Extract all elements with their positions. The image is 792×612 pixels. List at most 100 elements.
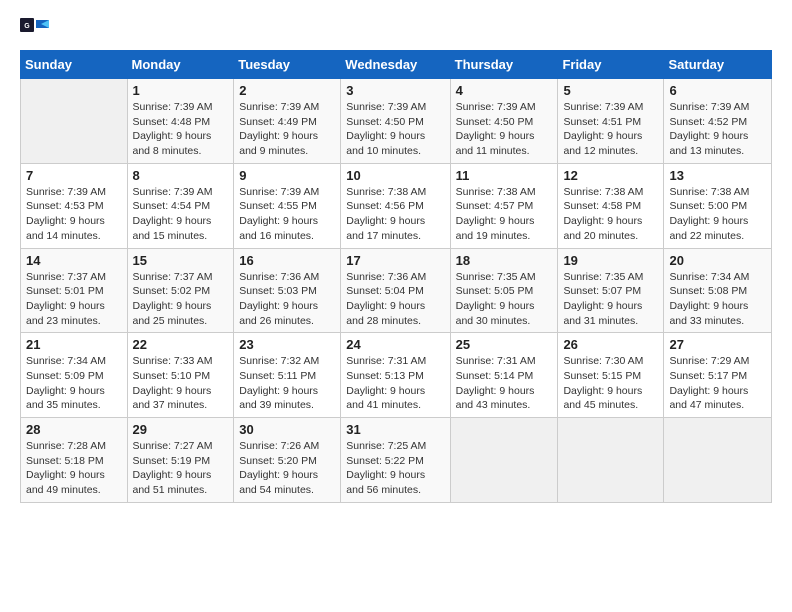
day-info: Sunrise: 7:34 AMSunset: 5:09 PMDaylight:… bbox=[26, 354, 122, 413]
calendar-cell: 19 Sunrise: 7:35 AMSunset: 5:07 PMDayligh… bbox=[558, 248, 664, 333]
col-header-wednesday: Wednesday bbox=[341, 51, 450, 79]
day-info: Sunrise: 7:33 AMSunset: 5:10 PMDaylight:… bbox=[133, 354, 229, 413]
day-info: Sunrise: 7:38 AMSunset: 4:56 PMDaylight:… bbox=[346, 185, 444, 244]
calendar-cell: 18 Sunrise: 7:35 AMSunset: 5:05 PMDayligh… bbox=[450, 248, 558, 333]
day-info: Sunrise: 7:32 AMSunset: 5:11 PMDaylight:… bbox=[239, 354, 335, 413]
day-info: Sunrise: 7:37 AMSunset: 5:01 PMDaylight:… bbox=[26, 270, 122, 329]
calendar-cell: 23 Sunrise: 7:32 AMSunset: 5:11 PMDayligh… bbox=[234, 333, 341, 418]
day-number: 23 bbox=[239, 337, 335, 352]
day-info: Sunrise: 7:38 AMSunset: 4:58 PMDaylight:… bbox=[563, 185, 658, 244]
day-number: 21 bbox=[26, 337, 122, 352]
day-info: Sunrise: 7:39 AMSunset: 4:50 PMDaylight:… bbox=[346, 100, 444, 159]
calendar-cell: 6 Sunrise: 7:39 AMSunset: 4:52 PMDaylight… bbox=[664, 79, 772, 164]
day-info: Sunrise: 7:29 AMSunset: 5:17 PMDaylight:… bbox=[669, 354, 766, 413]
logo: G bbox=[20, 18, 50, 38]
day-number: 29 bbox=[133, 422, 229, 437]
calendar-cell bbox=[664, 418, 772, 503]
calendar-cell: 17 Sunrise: 7:36 AMSunset: 5:04 PMDayligh… bbox=[341, 248, 450, 333]
day-info: Sunrise: 7:37 AMSunset: 5:02 PMDaylight:… bbox=[133, 270, 229, 329]
day-number: 11 bbox=[456, 168, 553, 183]
day-info: Sunrise: 7:39 AMSunset: 4:54 PMDaylight:… bbox=[133, 185, 229, 244]
day-info: Sunrise: 7:35 AMSunset: 5:07 PMDaylight:… bbox=[563, 270, 658, 329]
day-info: Sunrise: 7:36 AMSunset: 5:03 PMDaylight:… bbox=[239, 270, 335, 329]
day-number: 3 bbox=[346, 83, 444, 98]
col-header-sunday: Sunday bbox=[21, 51, 128, 79]
calendar-cell: 11 Sunrise: 7:38 AMSunset: 4:57 PMDayligh… bbox=[450, 163, 558, 248]
day-info: Sunrise: 7:31 AMSunset: 5:14 PMDaylight:… bbox=[456, 354, 553, 413]
day-number: 18 bbox=[456, 253, 553, 268]
calendar-cell: 25 Sunrise: 7:31 AMSunset: 5:14 PMDayligh… bbox=[450, 333, 558, 418]
day-number: 12 bbox=[563, 168, 658, 183]
calendar-cell: 12 Sunrise: 7:38 AMSunset: 4:58 PMDayligh… bbox=[558, 163, 664, 248]
day-number: 22 bbox=[133, 337, 229, 352]
day-info: Sunrise: 7:34 AMSunset: 5:08 PMDaylight:… bbox=[669, 270, 766, 329]
day-number: 8 bbox=[133, 168, 229, 183]
day-number: 31 bbox=[346, 422, 444, 437]
calendar-cell: 16 Sunrise: 7:36 AMSunset: 5:03 PMDayligh… bbox=[234, 248, 341, 333]
day-info: Sunrise: 7:28 AMSunset: 5:18 PMDaylight:… bbox=[26, 439, 122, 498]
day-number: 30 bbox=[239, 422, 335, 437]
calendar-cell bbox=[450, 418, 558, 503]
day-info: Sunrise: 7:36 AMSunset: 5:04 PMDaylight:… bbox=[346, 270, 444, 329]
day-number: 27 bbox=[669, 337, 766, 352]
svg-text:G: G bbox=[24, 23, 30, 30]
day-info: Sunrise: 7:39 AMSunset: 4:51 PMDaylight:… bbox=[563, 100, 658, 159]
day-info: Sunrise: 7:39 AMSunset: 4:55 PMDaylight:… bbox=[239, 185, 335, 244]
day-info: Sunrise: 7:30 AMSunset: 5:15 PMDaylight:… bbox=[563, 354, 658, 413]
day-info: Sunrise: 7:39 AMSunset: 4:52 PMDaylight:… bbox=[669, 100, 766, 159]
logo-icon: G bbox=[20, 18, 50, 36]
calendar-cell: 4Sunrise: 7:39 AMSunset: 4:50 PMDaylight… bbox=[450, 79, 558, 164]
day-info: Sunrise: 7:38 AMSunset: 4:57 PMDaylight:… bbox=[456, 185, 553, 244]
day-number: 13 bbox=[669, 168, 766, 183]
calendar-cell: 13 Sunrise: 7:38 AMSunset: 5:00 PMDayligh… bbox=[664, 163, 772, 248]
header: G bbox=[20, 18, 772, 38]
calendar-cell: 31 Sunrise: 7:25 AMSunset: 5:22 PMDayligh… bbox=[341, 418, 450, 503]
day-info: Sunrise: 7:38 AMSunset: 5:00 PMDaylight:… bbox=[669, 185, 766, 244]
calendar-cell: 8 Sunrise: 7:39 AMSunset: 4:54 PMDaylight… bbox=[127, 163, 234, 248]
col-header-thursday: Thursday bbox=[450, 51, 558, 79]
calendar-cell: 26 Sunrise: 7:30 AMSunset: 5:15 PMDayligh… bbox=[558, 333, 664, 418]
calendar-cell: 29Sunrise: 7:27 AMSunset: 5:19 PMDayligh… bbox=[127, 418, 234, 503]
calendar-cell bbox=[558, 418, 664, 503]
day-number: 10 bbox=[346, 168, 444, 183]
day-number: 2 bbox=[239, 83, 335, 98]
day-number: 24 bbox=[346, 337, 444, 352]
day-number: 26 bbox=[563, 337, 658, 352]
calendar-table: SundayMondayTuesdayWednesdayThursdayFrid… bbox=[20, 50, 772, 503]
calendar-cell: 3 Sunrise: 7:39 AMSunset: 4:50 PMDaylight… bbox=[341, 79, 450, 164]
day-info: Sunrise: 7:35 AMSunset: 5:05 PMDaylight:… bbox=[456, 270, 553, 329]
calendar-cell: 7Sunrise: 7:39 AMSunset: 4:53 PMDaylight… bbox=[21, 163, 128, 248]
day-number: 19 bbox=[563, 253, 658, 268]
col-header-saturday: Saturday bbox=[664, 51, 772, 79]
calendar-cell: 9 Sunrise: 7:39 AMSunset: 4:55 PMDaylight… bbox=[234, 163, 341, 248]
calendar-cell: 2Sunrise: 7:39 AMSunset: 4:49 PMDaylight… bbox=[234, 79, 341, 164]
calendar-cell: 27 Sunrise: 7:29 AMSunset: 5:17 PMDayligh… bbox=[664, 333, 772, 418]
calendar-cell: 21 Sunrise: 7:34 AMSunset: 5:09 PMDayligh… bbox=[21, 333, 128, 418]
day-info: Sunrise: 7:26 AMSunset: 5:20 PMDaylight:… bbox=[239, 439, 335, 498]
day-number: 15 bbox=[133, 253, 229, 268]
calendar-cell: 28 Sunrise: 7:28 AMSunset: 5:18 PMDayligh… bbox=[21, 418, 128, 503]
calendar-cell: 30 Sunrise: 7:26 AMSunset: 5:20 PMDayligh… bbox=[234, 418, 341, 503]
day-number: 1 bbox=[133, 83, 229, 98]
day-number: 25 bbox=[456, 337, 553, 352]
day-number: 17 bbox=[346, 253, 444, 268]
day-number: 5 bbox=[563, 83, 658, 98]
day-info: Sunrise: 7:25 AMSunset: 5:22 PMDaylight:… bbox=[346, 439, 444, 498]
day-number: 14 bbox=[26, 253, 122, 268]
col-header-tuesday: Tuesday bbox=[234, 51, 341, 79]
calendar-cell: 1 Sunrise: 7:39 AMSunset: 4:48 PMDaylight… bbox=[127, 79, 234, 164]
calendar-cell: 24 Sunrise: 7:31 AMSunset: 5:13 PMDayligh… bbox=[341, 333, 450, 418]
day-number: 6 bbox=[669, 83, 766, 98]
calendar-cell: 14 Sunrise: 7:37 AMSunset: 5:01 PMDayligh… bbox=[21, 248, 128, 333]
calendar-cell: 15 Sunrise: 7:37 AMSunset: 5:02 PMDayligh… bbox=[127, 248, 234, 333]
page: G SundayMondayTuesdayWednesdayThursdayFr… bbox=[0, 0, 792, 513]
day-info: Sunrise: 7:31 AMSunset: 5:13 PMDaylight:… bbox=[346, 354, 444, 413]
day-number: 9 bbox=[239, 168, 335, 183]
day-number: 20 bbox=[669, 253, 766, 268]
calendar-cell: 22 Sunrise: 7:33 AMSunset: 5:10 PMDayligh… bbox=[127, 333, 234, 418]
day-number: 28 bbox=[26, 422, 122, 437]
day-number: 16 bbox=[239, 253, 335, 268]
calendar-cell: 20 Sunrise: 7:34 AMSunset: 5:08 PMDayligh… bbox=[664, 248, 772, 333]
calendar-cell: 10 Sunrise: 7:38 AMSunset: 4:56 PMDayligh… bbox=[341, 163, 450, 248]
day-info: Sunrise: 7:39 AMSunset: 4:48 PMDaylight:… bbox=[133, 100, 229, 159]
